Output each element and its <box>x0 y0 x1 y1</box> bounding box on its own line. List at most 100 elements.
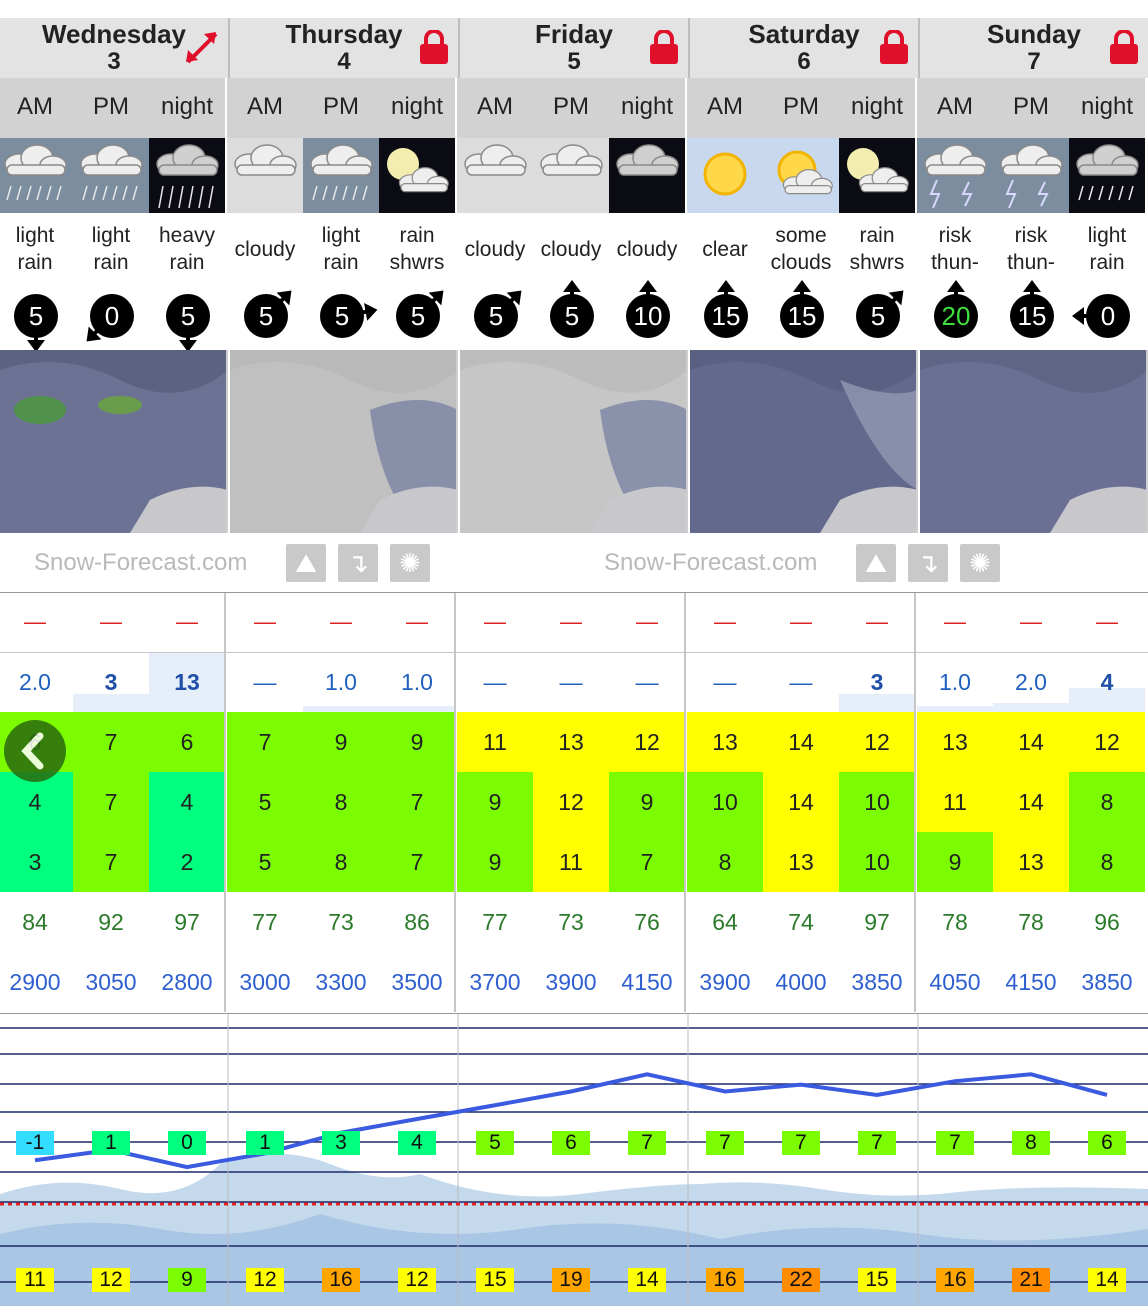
base-temp-tag: 11 <box>16 1268 54 1292</box>
temp-wind-chill: 7 <box>379 832 455 892</box>
freezing-level: 3500 <box>391 969 443 995</box>
snow-amount: — <box>176 609 198 634</box>
cloud-rain-icon <box>0 138 73 213</box>
freezing-level: 3900 <box>699 969 751 995</box>
humidity-value: 92 <box>98 909 124 935</box>
period-label: PM <box>303 78 379 138</box>
humidity-value: 73 <box>328 909 354 935</box>
day-header: Thursday 4 <box>230 18 460 78</box>
weather-summary: clear <box>687 213 763 285</box>
cloud-icon <box>533 138 609 213</box>
wind-speed: 0 <box>1086 294 1130 338</box>
rain-amount: — <box>253 669 277 695</box>
wind-indicator: 15 <box>993 280 1069 350</box>
wind-indicator: 5 <box>533 280 609 350</box>
base-temp-tag: 21 <box>1012 1268 1050 1292</box>
forecast-map[interactable] <box>0 350 228 533</box>
temp-max: 9 <box>303 712 379 772</box>
summit-temp-tag: 1 <box>92 1131 130 1155</box>
humidity-value: 84 <box>22 909 48 935</box>
snowfall-button[interactable]: ⛰ <box>286 544 326 582</box>
freezing-level: 3850 <box>1081 969 1133 995</box>
weather-summary: cloudy <box>227 213 303 285</box>
brand-logo: Snow-Forecast.com <box>34 549 248 576</box>
summary-line: clouds <box>770 251 832 274</box>
lock-icon[interactable] <box>648 29 680 64</box>
cloud-rain-night-icon <box>1069 138 1145 213</box>
rain-amount: 1.0 <box>325 669 357 695</box>
rain-amount: 1.0 <box>939 669 971 695</box>
snow-amount: — <box>254 609 276 634</box>
summary-line: cloudy <box>464 237 526 261</box>
arrow-down-icon: ↴ <box>917 548 939 578</box>
temp-min: 12 <box>533 772 609 832</box>
rain-amount: 13 <box>174 669 200 695</box>
weather-summary-text: rain shwrs <box>390 222 445 276</box>
nav-back-button[interactable] <box>4 720 66 782</box>
summary-line: shwrs <box>389 251 445 274</box>
snowfall-icon: ⛰ <box>295 548 317 578</box>
period-label: night <box>609 78 685 138</box>
weather-summary: rain shwrs <box>839 213 915 285</box>
day-header: Friday 5 <box>460 18 690 78</box>
arrow-down-button[interactable]: ↴ <box>338 544 378 582</box>
lock-icon[interactable] <box>878 29 910 64</box>
expand-icon[interactable] <box>182 28 222 68</box>
wind-indicator: 5 <box>0 280 73 350</box>
snowfall-button[interactable]: ⛰ <box>856 544 896 582</box>
sun-button[interactable]: ✺ <box>960 544 1000 582</box>
sun-button[interactable]: ✺ <box>390 544 430 582</box>
temp-max: 6 <box>149 712 225 772</box>
temp-max: 14 <box>993 712 1069 772</box>
temp-min: 9 <box>609 772 685 832</box>
lock-icon[interactable] <box>1108 29 1140 64</box>
weather-summary: light rain <box>0 213 73 285</box>
forecast-map[interactable] <box>920 350 1148 533</box>
weather-summary-text: cloudy <box>235 236 296 263</box>
forecast-map[interactable] <box>690 350 918 533</box>
forecast-map[interactable] <box>460 350 688 533</box>
day-divider <box>454 592 456 1012</box>
base-temp-tag: 19 <box>552 1268 590 1292</box>
temp-wind-chill: 13 <box>763 832 839 892</box>
summit-temp-tag: 7 <box>782 1131 820 1155</box>
freezing-level: 2900 <box>9 969 61 995</box>
temp-min: 8 <box>303 772 379 832</box>
humidity-value: 97 <box>864 909 890 935</box>
weather-summary-text: some clouds <box>771 222 832 276</box>
weather-summary: risk thun- <box>993 213 1069 285</box>
summit-temp-tag: 5 <box>476 1131 514 1155</box>
temp-wind-chill: 5 <box>227 832 303 892</box>
arrow-down-button[interactable]: ↴ <box>908 544 948 582</box>
summary-line: rain <box>93 251 129 274</box>
cloud-icon <box>457 138 533 213</box>
weather-summary-text: cloudy <box>617 236 678 263</box>
summary-line: light <box>91 224 131 247</box>
summit-temp-tag: 6 <box>552 1131 590 1155</box>
summit-temp-tag: 7 <box>706 1131 744 1155</box>
freezing-level: 3900 <box>545 969 597 995</box>
weather-summary-text: cloudy <box>541 236 602 263</box>
snow-amount: — <box>866 609 888 634</box>
freezing-level: 2800 <box>161 969 213 995</box>
summit-temp-tag: -1 <box>16 1131 54 1155</box>
period-label: night <box>1069 78 1145 138</box>
summary-line: shwrs <box>849 251 905 274</box>
summary-line: risk <box>1014 224 1048 247</box>
wind-indicator: 15 <box>763 280 839 350</box>
summary-line: light <box>1087 224 1127 247</box>
period-label: PM <box>73 78 149 138</box>
humidity-value: 64 <box>712 909 738 935</box>
base-temp-tag: 16 <box>322 1268 360 1292</box>
rain-amount: 2.0 <box>19 669 51 695</box>
moon-cloud-icon <box>839 138 915 213</box>
lock-icon[interactable] <box>418 29 450 64</box>
period-label: AM <box>687 78 763 138</box>
snowfall-icon: ⛰ <box>865 548 887 578</box>
forecast-map[interactable] <box>230 350 458 533</box>
period-label: PM <box>533 78 609 138</box>
rain-amount: 4 <box>1100 669 1114 695</box>
period-label: PM <box>993 78 1069 138</box>
temp-max: 13 <box>917 712 993 772</box>
wind-indicator: 5 <box>227 280 303 350</box>
